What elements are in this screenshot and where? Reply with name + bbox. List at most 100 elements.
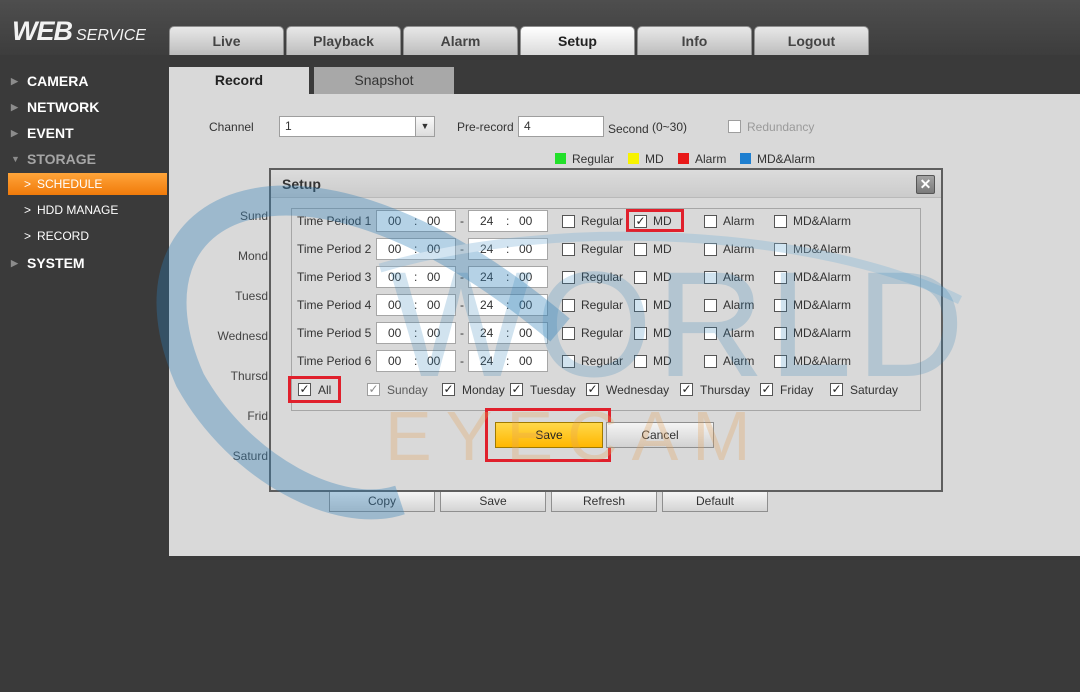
time-separator: : (414, 326, 418, 340)
day-checkbox-sunday[interactable]: ✓ (367, 383, 380, 396)
range-separator: - (460, 354, 464, 368)
tab-logout[interactable]: Logout (754, 26, 869, 55)
tab-playback[interactable]: Playback (286, 26, 401, 55)
md-alarm-checkbox[interactable] (774, 271, 787, 284)
md-alarm-label: MD&Alarm (793, 270, 852, 284)
time-period-label: Time Period 1 (297, 214, 372, 228)
alarm-checkbox[interactable] (704, 299, 717, 312)
save-button[interactable]: Save (495, 422, 603, 448)
md-label: MD (653, 354, 672, 368)
sidebar-item-record[interactable]: > RECORD (8, 225, 167, 247)
md-alarm-checkbox[interactable] (774, 355, 787, 368)
default-button[interactable]: Default (662, 491, 768, 512)
day-checkbox-wednesday[interactable]: ✓ (586, 383, 599, 396)
dialog-header: Setup ✕ (271, 170, 941, 198)
end-time-input[interactable]: 24:00 (468, 294, 548, 316)
end-hour: 24 (480, 270, 494, 284)
regular-checkbox[interactable] (562, 271, 575, 284)
day-label: Wednesd (217, 329, 268, 343)
regular-checkbox[interactable] (562, 299, 575, 312)
cancel-button[interactable]: Cancel (606, 422, 714, 448)
alarm-checkbox[interactable] (704, 327, 717, 340)
regular-checkbox[interactable] (562, 355, 575, 368)
end-time-input[interactable]: 24:00 (468, 210, 548, 232)
regular-checkbox[interactable] (562, 243, 575, 256)
start-time-input[interactable]: 00:00 (376, 266, 456, 288)
tab-setup[interactable]: Setup (520, 26, 635, 55)
day-checkbox-thursday[interactable]: ✓ (680, 383, 693, 396)
sidebar-item-camera[interactable]: ▶ CAMERA (0, 70, 169, 92)
day-checkbox-friday[interactable]: ✓ (760, 383, 773, 396)
time-period-label: Time Period 3 (297, 270, 372, 284)
chevron-down-icon[interactable]: ▼ (415, 117, 434, 136)
logo-sub: SERVICE (76, 27, 146, 44)
md-alarm-checkbox[interactable] (774, 215, 787, 228)
alarm-checkbox[interactable] (704, 215, 717, 228)
md-checkbox[interactable] (634, 271, 647, 284)
day-checkbox-label: Sunday (387, 383, 428, 397)
alarm-label: Alarm (723, 270, 755, 284)
sub-tab-bar: Record Snapshot (169, 55, 1080, 94)
sidebar-item-schedule[interactable]: > SCHEDULE (8, 173, 167, 195)
day-checkbox-monday[interactable]: ✓ (442, 383, 455, 396)
day-label: Frid (247, 409, 268, 423)
day-checkbox-saturday[interactable]: ✓ (830, 383, 843, 396)
day-checkbox-tuesday[interactable]: ✓ (510, 383, 523, 396)
md-checkbox[interactable] (634, 299, 647, 312)
triangle-down-icon: ▼ (11, 154, 20, 164)
redundancy-checkbox[interactable] (728, 120, 741, 133)
end-time-input[interactable]: 24:00 (468, 238, 548, 260)
start-time-input[interactable]: 00:00 (376, 350, 456, 372)
tab-snapshot[interactable]: Snapshot (314, 67, 454, 94)
end-time-input[interactable]: 24:00 (468, 322, 548, 344)
channel-select[interactable]: 1 ▼ (279, 116, 435, 137)
sidebar-item-storage[interactable]: ▼ STORAGE (0, 148, 169, 170)
sidebar-item-system[interactable]: ▶ SYSTEM (0, 252, 169, 274)
end-time-input[interactable]: 24:00 (468, 266, 548, 288)
start-minute: 00 (427, 214, 441, 228)
regular-label: Regular (581, 354, 624, 368)
range-separator: - (460, 298, 464, 312)
copy-button[interactable]: Copy (329, 491, 435, 512)
md-alarm-checkbox[interactable] (774, 243, 787, 256)
close-icon[interactable]: ✕ (916, 175, 935, 194)
md-checkbox[interactable] (634, 243, 647, 256)
end-minute: 00 (519, 214, 533, 228)
md-alarm-label: MD&Alarm (793, 214, 852, 228)
sidebar-item-network[interactable]: ▶ NETWORK (0, 96, 169, 118)
range-separator: - (460, 242, 464, 256)
end-time-input[interactable]: 24:00 (468, 350, 548, 372)
md-checkbox[interactable] (634, 355, 647, 368)
channel-label: Channel (209, 120, 254, 134)
prerecord-input[interactable]: 4 (518, 116, 604, 137)
start-time-input[interactable]: 00:00 (376, 294, 456, 316)
alarm-checkbox[interactable] (704, 243, 717, 256)
tab-info[interactable]: Info (637, 26, 752, 55)
md-checkbox[interactable] (634, 327, 647, 340)
time-separator: : (506, 242, 510, 256)
alarm-checkbox[interactable] (704, 271, 717, 284)
start-time-input[interactable]: 00:00 (376, 238, 456, 260)
triangle-right-icon: ▶ (11, 258, 18, 268)
start-minute: 00 (427, 298, 441, 312)
start-time-input[interactable]: 00:00 (376, 322, 456, 344)
dialog-title: Setup (282, 176, 321, 192)
time-separator: : (414, 214, 418, 228)
alarm-checkbox[interactable] (704, 355, 717, 368)
start-time-input[interactable]: 00:00 (376, 210, 456, 232)
all-checkbox[interactable]: ✓ (298, 383, 311, 396)
md-alarm-checkbox[interactable] (774, 327, 787, 340)
time-separator: : (414, 354, 418, 368)
tab-record[interactable]: Record (169, 67, 309, 94)
tab-alarm[interactable]: Alarm (403, 26, 518, 55)
refresh-button[interactable]: Refresh (551, 491, 657, 512)
regular-checkbox[interactable] (562, 215, 575, 228)
redundancy-label: Redundancy (747, 120, 815, 134)
md-alarm-checkbox[interactable] (774, 299, 787, 312)
tab-live[interactable]: Live (169, 26, 284, 55)
save-schedule-button[interactable]: Save (440, 491, 546, 512)
legend-label: Regular (572, 152, 615, 166)
sidebar-item-hdd-manage[interactable]: > HDD MANAGE (8, 199, 167, 221)
regular-checkbox[interactable] (562, 327, 575, 340)
sidebar-item-event[interactable]: ▶ EVENT (0, 122, 169, 144)
